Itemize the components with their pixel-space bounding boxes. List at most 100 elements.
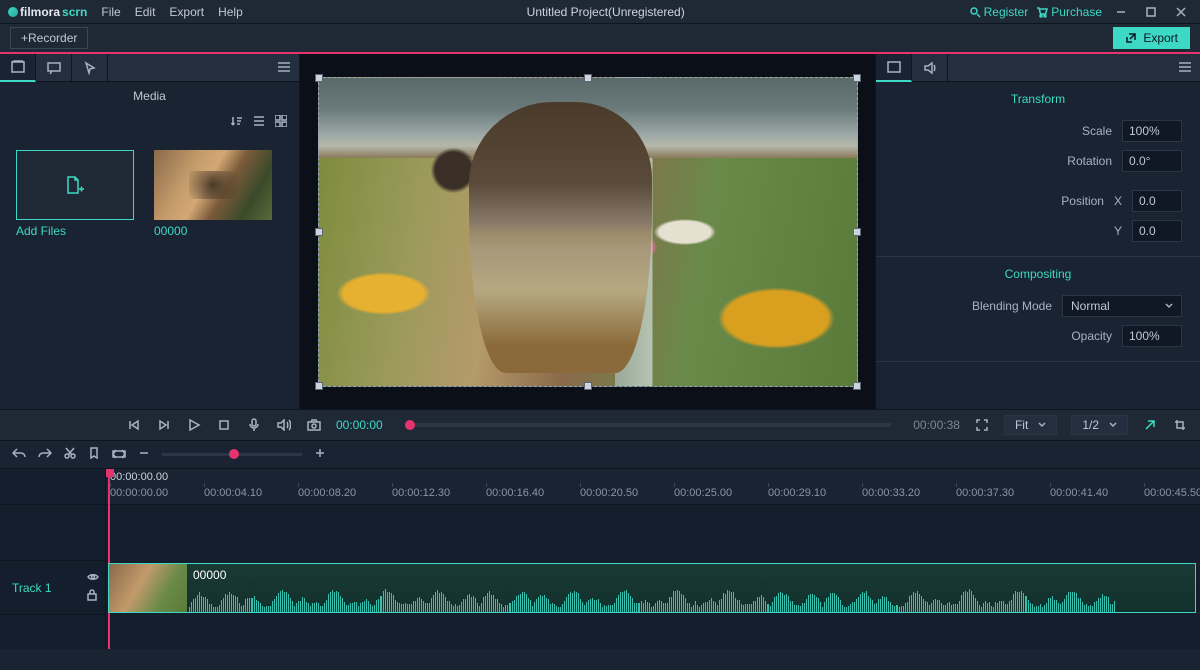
resize-handle[interactable] <box>853 74 861 82</box>
resize-handle[interactable] <box>584 74 592 82</box>
ruler-tick: 00:00:00.00 <box>110 487 168 499</box>
time-ruler[interactable]: 00:00:00.00 00:00:00.00 00:00:04.10 00:00:… <box>106 469 1200 505</box>
cut-icon[interactable] <box>64 447 76 462</box>
zoom-slider[interactable] <box>162 453 302 456</box>
stop-icon[interactable] <box>216 419 232 431</box>
resize-handle[interactable] <box>584 382 592 390</box>
snapshot-icon[interactable] <box>306 419 322 431</box>
window-title: Untitled Project(Unregistered) <box>257 5 955 19</box>
properties-panel-menu[interactable] <box>1170 61 1200 75</box>
pos-y-label: Y <box>1114 224 1122 238</box>
scrub-bar[interactable] <box>405 423 892 427</box>
scale-label: Scale <box>1082 124 1112 138</box>
menu-help[interactable]: Help <box>218 5 243 19</box>
volume-icon[interactable] <box>276 419 292 431</box>
crop-icon[interactable] <box>1172 419 1188 431</box>
ruler-tick: 00:00:04.10 <box>204 487 262 499</box>
zoom-in-icon[interactable] <box>314 447 326 462</box>
export-button[interactable]: Export <box>1113 27 1190 49</box>
track-header[interactable]: Track 1 <box>0 561 105 615</box>
eye-icon[interactable] <box>87 571 99 585</box>
purchase-link[interactable]: Purchase <box>1036 5 1102 19</box>
lock-icon[interactable] <box>87 589 99 604</box>
menu-export[interactable]: Export <box>169 5 204 19</box>
marker-icon[interactable] <box>88 447 100 462</box>
scale-input[interactable] <box>1122 120 1182 142</box>
resize-handle[interactable] <box>853 228 861 236</box>
ruler-tick: 00:00:08.20 <box>298 487 356 499</box>
pos-y-input[interactable] <box>1132 220 1182 242</box>
transform-title: Transform <box>876 92 1200 106</box>
fit-dropdown[interactable]: Fit <box>1004 415 1057 435</box>
properties-panel: Transform Scale Rotation Position X Y Co… <box>875 54 1200 409</box>
transform-section: Transform Scale Rotation Position X Y <box>876 82 1200 257</box>
ripple-icon[interactable] <box>112 448 126 462</box>
minimize-button[interactable] <box>1110 3 1132 21</box>
grid-view-icon[interactable] <box>275 115 287 130</box>
pos-x-input[interactable] <box>1132 190 1182 212</box>
compositing-title: Compositing <box>876 267 1200 281</box>
media-panel: Media Add Files 00000 <box>0 54 300 409</box>
mic-icon[interactable] <box>246 418 262 432</box>
media-clip-tile[interactable]: 00000 <box>154 150 272 238</box>
ruler-tick: 00:00:41.40 <box>1050 487 1108 499</box>
logo-icon <box>8 7 18 17</box>
ruler-tick: 00:00:29.10 <box>768 487 826 499</box>
tab-annotations[interactable] <box>36 54 72 82</box>
blend-label: Blending Mode <box>972 299 1052 313</box>
playback-bar: 00:00:00 00:00:38 Fit 1/2 <box>0 409 1200 441</box>
ruler-tick: 00:00:45.50 <box>1144 487 1200 499</box>
opacity-input[interactable] <box>1122 325 1182 347</box>
ruler-tick: 00:00:16.40 <box>486 487 544 499</box>
fullscreen-icon[interactable] <box>974 419 990 431</box>
timeline-clip[interactable]: 00000 <box>108 563 1196 613</box>
zoom-out-icon[interactable] <box>138 447 150 462</box>
arrow-icon[interactable] <box>1142 419 1158 431</box>
resize-handle[interactable] <box>853 382 861 390</box>
resize-handle[interactable] <box>315 382 323 390</box>
menu-file[interactable]: File <box>101 5 120 19</box>
sort-icon[interactable] <box>231 115 243 130</box>
resize-handle[interactable] <box>315 74 323 82</box>
tab-video-props[interactable] <box>876 54 912 82</box>
position-label: Position <box>1061 194 1104 208</box>
maximize-button[interactable] <box>1140 3 1162 21</box>
play-icon[interactable] <box>186 418 202 432</box>
ruler-tick: 00:00:12.30 <box>392 487 450 499</box>
register-link[interactable]: Register <box>969 5 1029 19</box>
rotation-label: Rotation <box>1067 154 1112 168</box>
scale-dropdown[interactable]: 1/2 <box>1071 415 1128 435</box>
video-preview[interactable] <box>318 77 858 387</box>
resize-handle[interactable] <box>315 228 323 236</box>
window-actions: Register Purchase <box>969 3 1192 21</box>
prev-frame-icon[interactable] <box>126 419 142 431</box>
tab-audio-props[interactable] <box>912 54 948 82</box>
pos-x-label: X <box>1114 194 1122 208</box>
media-panel-menu[interactable] <box>269 61 299 75</box>
redo-icon[interactable] <box>38 447 52 462</box>
opacity-label: Opacity <box>1071 329 1112 343</box>
menu-bar: filmora scrn File Edit Export Help Untit… <box>0 0 1200 24</box>
tab-media[interactable] <box>0 54 36 82</box>
playhead-time: 00:00:00.00 <box>110 471 168 483</box>
playhead[interactable] <box>108 469 110 649</box>
add-files-tile[interactable]: Add Files <box>16 150 134 238</box>
rotation-input[interactable] <box>1122 150 1182 172</box>
list-view-icon[interactable] <box>253 115 265 130</box>
app-logo: filmora scrn <box>8 5 87 19</box>
recorder-button[interactable]: +Recorder <box>10 27 88 49</box>
ruler-tick: 00:00:33.20 <box>862 487 920 499</box>
tab-cursor[interactable] <box>72 54 108 82</box>
blend-select[interactable]: Normal <box>1062 295 1182 317</box>
undo-icon[interactable] <box>12 447 26 462</box>
close-button[interactable] <box>1170 3 1192 21</box>
timeline-tracks[interactable]: 00:00:00.00 00:00:00.00 00:00:04.10 00:00:… <box>106 469 1200 649</box>
media-view-tools <box>0 110 299 134</box>
media-clip-label: 00000 <box>154 224 272 238</box>
menu-edit[interactable]: Edit <box>135 5 156 19</box>
next-frame-icon[interactable] <box>156 419 172 431</box>
preview-panel <box>300 54 875 409</box>
duration: 00:00:38 <box>913 418 960 432</box>
media-grid: Add Files 00000 <box>0 134 299 254</box>
audio-waveform <box>109 590 1195 612</box>
